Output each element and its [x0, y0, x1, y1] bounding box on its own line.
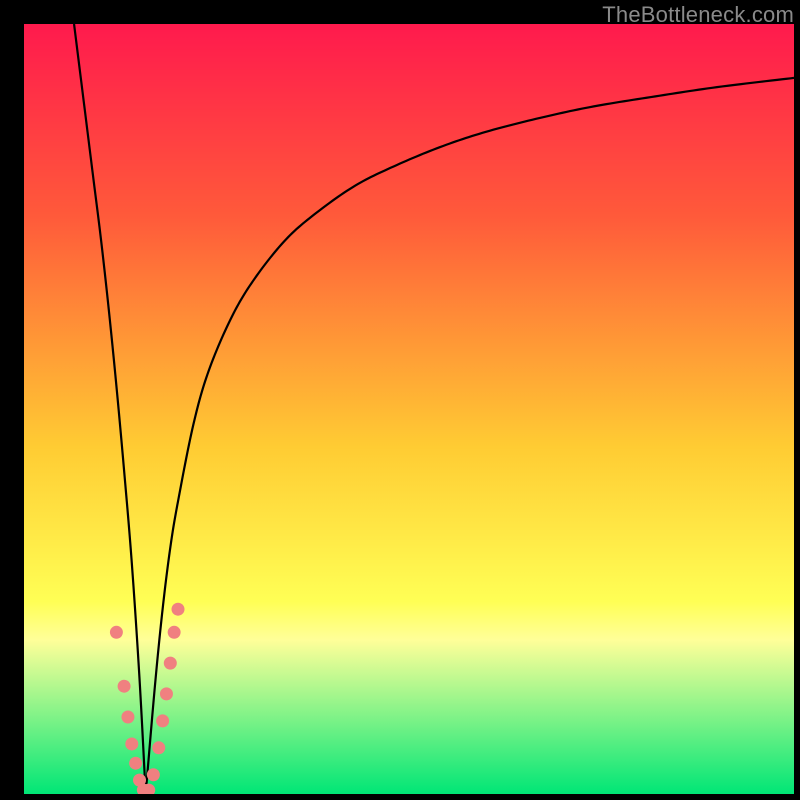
data-marker: [129, 757, 142, 770]
data-marker: [172, 603, 185, 616]
bottleneck-chart: [24, 24, 794, 794]
data-marker: [110, 626, 123, 639]
data-marker: [164, 657, 177, 670]
chart-frame: [24, 24, 794, 794]
data-marker: [152, 741, 165, 754]
data-marker: [156, 714, 169, 727]
data-marker: [118, 680, 131, 693]
data-marker: [125, 737, 138, 750]
data-marker: [121, 711, 134, 724]
data-marker: [168, 626, 181, 639]
data-marker: [160, 687, 173, 700]
data-marker: [147, 768, 160, 781]
watermark-text: TheBottleneck.com: [602, 2, 794, 28]
